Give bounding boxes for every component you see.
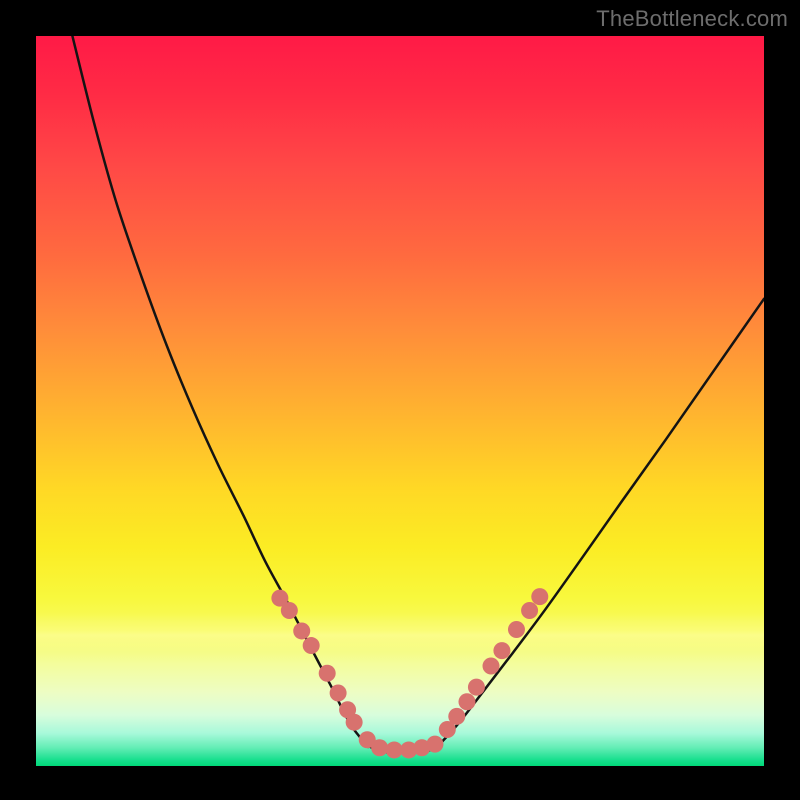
data-marker	[493, 642, 510, 659]
data-marker	[293, 622, 310, 639]
data-marker	[303, 637, 320, 654]
data-marker	[426, 736, 443, 753]
data-marker	[521, 602, 538, 619]
chart-frame: TheBottleneck.com	[0, 0, 800, 800]
data-marker	[371, 739, 388, 756]
data-markers	[271, 588, 548, 758]
data-marker	[531, 588, 548, 605]
data-marker	[483, 657, 500, 674]
data-marker	[448, 708, 465, 725]
bottleneck-curve	[72, 36, 764, 753]
watermark-label: TheBottleneck.com	[596, 6, 788, 32]
curve-layer	[36, 36, 764, 794]
data-marker	[386, 741, 403, 758]
data-marker	[319, 665, 336, 682]
data-marker	[508, 621, 525, 638]
data-marker	[468, 679, 485, 696]
data-marker	[281, 602, 298, 619]
data-marker	[346, 714, 363, 731]
curve-path	[72, 36, 764, 753]
data-marker	[330, 685, 347, 702]
data-marker	[458, 693, 475, 710]
plot-area	[36, 36, 764, 794]
